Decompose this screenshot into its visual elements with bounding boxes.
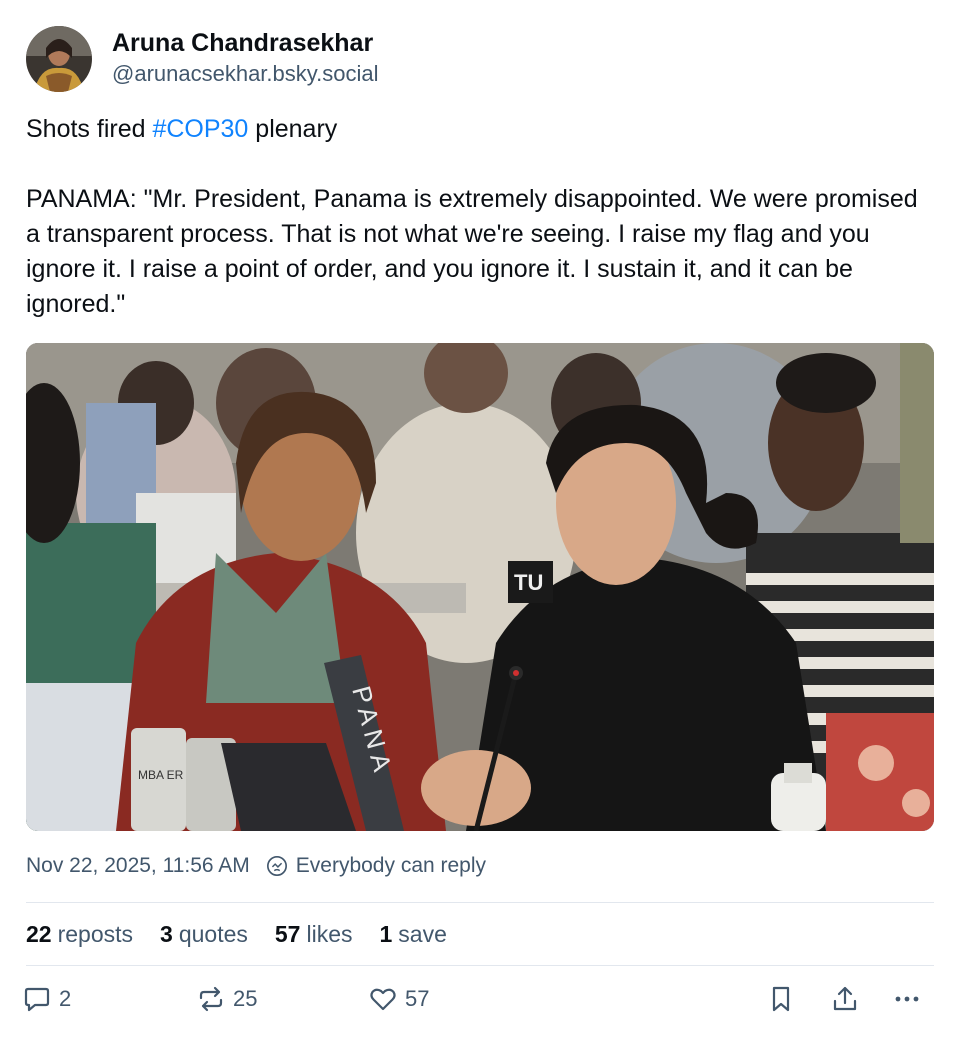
bookmark-button[interactable]: [766, 984, 796, 1014]
comment-icon: [24, 987, 50, 1012]
post-body: Shots fired #COP30 plenary PANAMA: "Mr. …: [26, 112, 926, 322]
share-button[interactable]: [830, 984, 860, 1014]
saves-count: 1: [379, 921, 393, 947]
post-actions: 2 25 57: [22, 984, 932, 1024]
divider-top: [26, 902, 934, 903]
share-icon: [833, 986, 857, 1011]
repost-button[interactable]: 25: [196, 984, 257, 1014]
more-options-button[interactable]: [892, 984, 922, 1014]
reply-count: 2: [59, 986, 72, 1011]
post-stats: 22 reposts 3 quotes 57 likes 1 save: [26, 918, 474, 950]
like-button[interactable]: 57: [368, 984, 429, 1014]
repost-icon: [199, 986, 223, 1012]
quotes-count: 3: [160, 921, 173, 947]
post-quote: PANAMA: "Mr. President, Panama is extrem…: [26, 185, 918, 318]
hashtag-link[interactable]: #COP30: [152, 115, 248, 143]
divider-bottom: [26, 965, 934, 966]
saves-stat[interactable]: 1 save: [380, 918, 447, 950]
post-text-start: Shots fired: [26, 115, 153, 143]
more-icon: [895, 996, 919, 1002]
conference-photo: MBA ER PANA TU: [26, 343, 934, 831]
placard-sign: TU: [514, 570, 543, 595]
post-author[interactable]: Aruna Chandrasekhar @arunacsekhar.bsky.s…: [26, 26, 379, 92]
reply-button[interactable]: 2: [22, 984, 71, 1014]
likes-label: likes: [306, 921, 353, 947]
author-display-name[interactable]: Aruna Chandrasekhar: [112, 27, 379, 59]
post-meta: Nov 22, 2025, 11:56 AM Everybody can rep…: [26, 854, 486, 878]
can-label: MBA ER: [138, 768, 184, 782]
like-count: 57: [405, 986, 430, 1011]
quotes-stat[interactable]: 3 quotes: [160, 918, 248, 950]
avatar-image: [26, 26, 92, 92]
heart-icon: [370, 988, 396, 1011]
post-text-end: plenary: [248, 115, 338, 143]
author-handle[interactable]: @arunacsekhar.bsky.social: [112, 59, 379, 89]
reposts-label: reposts: [57, 921, 134, 947]
post-line-1: Shots fired #COP30 plenary: [26, 112, 926, 147]
reply-setting[interactable]: Everybody can reply: [296, 854, 486, 878]
avatar[interactable]: [26, 26, 92, 92]
saves-label: save: [398, 921, 447, 947]
post-image[interactable]: MBA ER PANA TU: [26, 343, 934, 831]
quotes-label: quotes: [178, 921, 248, 947]
reposts-stat[interactable]: 22 reposts: [26, 918, 133, 950]
likes-stat[interactable]: 57 likes: [275, 918, 353, 950]
reposts-count: 22: [26, 921, 52, 947]
repost-count: 25: [233, 986, 258, 1011]
bookmark-icon: [772, 986, 790, 1012]
likes-count: 57: [274, 921, 301, 947]
post-timestamp[interactable]: Nov 22, 2025, 11:56 AM: [26, 854, 250, 878]
globe-reply-icon: [266, 856, 287, 876]
